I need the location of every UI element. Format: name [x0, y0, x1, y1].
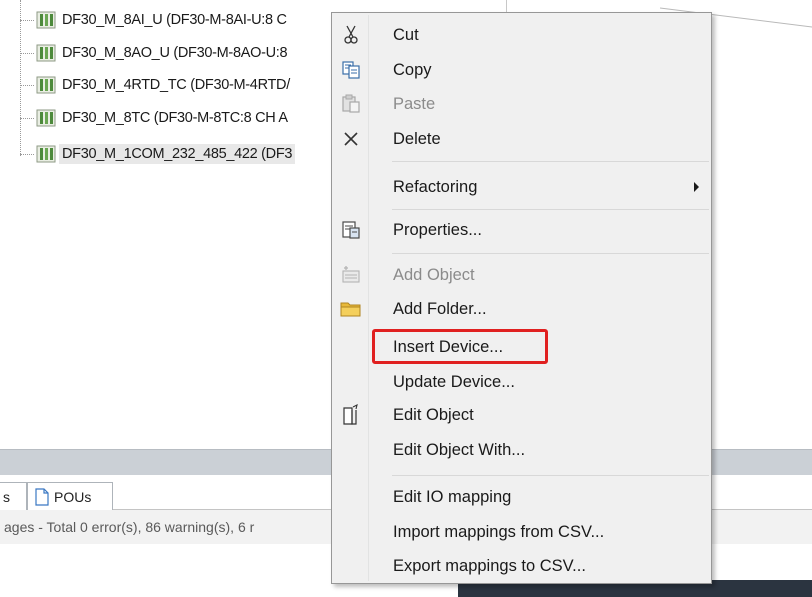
menu-item-insert-device[interactable]: Insert Device...: [334, 330, 709, 364]
tree-item-label: DF30_M_8AI_U (DF30-M-8AI-U:8 C: [62, 12, 287, 28]
menu-item-edit-object[interactable]: Edit Object: [334, 398, 709, 432]
tree-item-label: DF30_M_4RTD_TC (DF30-M-4RTD/: [62, 77, 290, 93]
tab-label: s: [3, 488, 10, 505]
menu-item-label: Add Folder...: [393, 299, 487, 318]
menu-item-label: Insert Device...: [393, 337, 504, 356]
menu-item-cut[interactable]: Cut: [334, 18, 709, 52]
menu-item-paste[interactable]: Paste: [334, 87, 709, 121]
screen: DF30_M_8AI_U (DF30-M-8AI-U:8 C DF30_M_8A…: [0, 0, 812, 597]
menu-separator: [392, 253, 709, 254]
menu-item-properties[interactable]: Properties...: [334, 213, 709, 247]
scissors-icon: [340, 25, 362, 45]
context-menu: Cut Copy Paste Delete Refactoring Proper…: [331, 12, 712, 584]
tab-pous[interactable]: POUs: [27, 482, 113, 510]
copy-icon: [340, 60, 362, 80]
menu-item-add-object[interactable]: Add Object: [334, 258, 709, 292]
tree-branch-line: [20, 153, 34, 155]
menu-item-edit-io-mapping[interactable]: Edit IO mapping: [334, 480, 709, 514]
menu-item-label: Update Device...: [393, 372, 515, 391]
edit-object-icon: [340, 404, 362, 425]
paste-icon: [340, 94, 362, 114]
tree-item-label: DF30_M_8TC (DF30-M-8TC:8 CH A: [62, 110, 288, 126]
menu-item-label: Edit IO mapping: [393, 487, 512, 506]
menu-item-label: Copy: [393, 60, 432, 79]
menu-item-label: Cut: [393, 25, 419, 44]
menu-item-delete[interactable]: Delete: [334, 122, 709, 156]
io-module-icon: [36, 109, 56, 127]
tree-branch-line: [20, 52, 34, 54]
menu-item-label: Refactoring: [393, 177, 478, 196]
delete-x-icon: [340, 129, 362, 149]
folder-icon: [340, 299, 362, 319]
menu-separator: [392, 209, 709, 210]
menu-item-label: Edit Object With...: [393, 440, 526, 459]
menu-item-update-device[interactable]: Update Device...: [334, 365, 709, 399]
menu-item-import-mappings-csv[interactable]: Import mappings from CSV...: [334, 515, 709, 549]
menu-item-label: Import mappings from CSV...: [393, 522, 605, 541]
submenu-arrow-icon: [694, 182, 699, 192]
menu-item-add-folder[interactable]: Add Folder...: [334, 292, 709, 326]
menu-separator: [392, 161, 709, 162]
menu-item-label: Properties...: [393, 220, 482, 239]
menu-separator: [392, 475, 709, 476]
tree-item-label: DF30_M_8AO_U (DF30-M-8AO-U:8: [62, 45, 288, 61]
io-module-icon: [36, 145, 56, 163]
tree-item-label: DF30_M_1COM_232_485_422 (DF3: [59, 144, 296, 164]
menu-item-refactoring[interactable]: Refactoring: [334, 170, 709, 204]
page-icon: [35, 487, 49, 506]
io-module-icon: [36, 76, 56, 94]
properties-icon: [340, 220, 362, 240]
tab-devices[interactable]: s: [0, 482, 27, 510]
tree-branch-line: [20, 19, 34, 21]
menu-item-label: Delete: [393, 129, 441, 148]
tree-branch-line: [20, 117, 34, 119]
menu-item-edit-object-with[interactable]: Edit Object With...: [334, 433, 709, 467]
menu-item-label: Paste: [393, 94, 436, 113]
menu-item-label: Add Object: [393, 265, 475, 284]
menu-item-copy[interactable]: Copy: [334, 53, 709, 87]
io-module-icon: [36, 44, 56, 62]
io-module-icon: [36, 11, 56, 29]
add-object-icon: [340, 265, 362, 285]
menu-item-label: Edit Object: [393, 405, 474, 424]
tab-label: POUs: [54, 488, 92, 505]
tree-branch-line: [20, 84, 34, 86]
menu-item-export-mappings-csv[interactable]: Export mappings to CSV...: [334, 549, 709, 583]
menu-item-label: Export mappings to CSV...: [393, 556, 586, 575]
